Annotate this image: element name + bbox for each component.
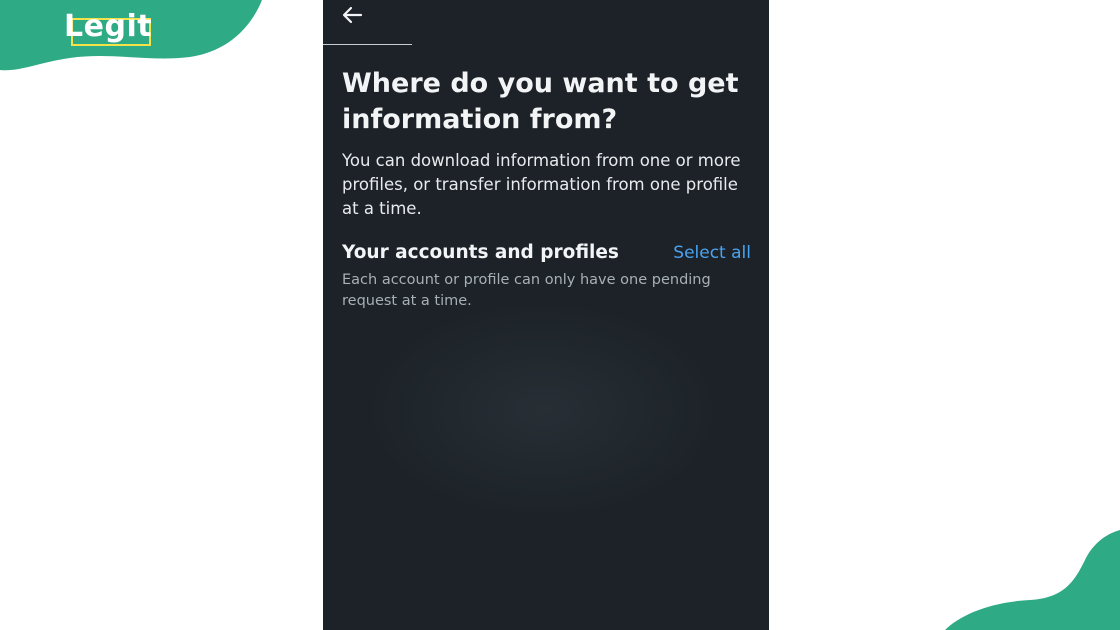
page-description: You can download information from one or… xyxy=(342,151,741,218)
corner-decoration-shape xyxy=(945,530,1120,630)
page-canvas: Legit Where do you want to get informati… xyxy=(0,0,1120,630)
section-heading: Your accounts and profiles xyxy=(342,242,619,263)
page-title: Where do you want to get information fro… xyxy=(342,68,739,135)
phone-screen: Where do you want to get information fro… xyxy=(323,0,769,630)
back-button[interactable] xyxy=(339,2,367,28)
arrow-left-icon xyxy=(342,6,363,24)
section-note: Each account or profile can only have on… xyxy=(342,272,711,309)
select-all-link[interactable]: Select all xyxy=(673,241,751,265)
legit-logo: Legit xyxy=(64,9,153,44)
header-divider xyxy=(323,44,412,45)
